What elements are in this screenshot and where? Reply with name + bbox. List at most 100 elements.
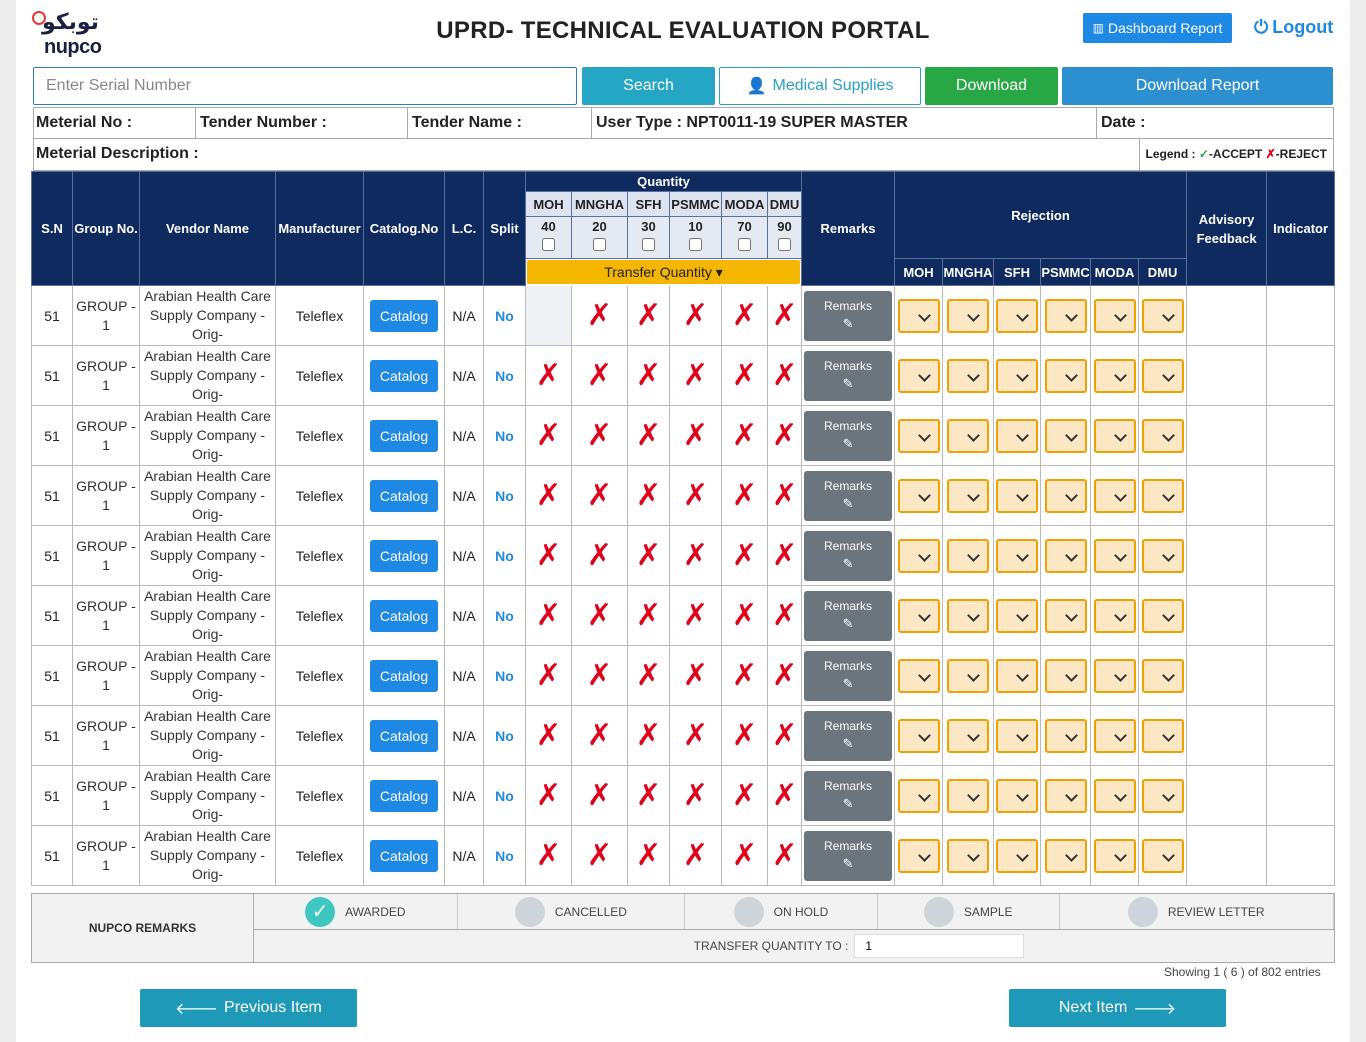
search-button[interactable]: Search (582, 67, 715, 105)
remarks-button[interactable]: Remarks ✎ (804, 710, 893, 761)
rejection-select-mngha[interactable] (947, 538, 990, 573)
rejection-select-dmu[interactable] (1141, 838, 1184, 873)
quantity-mark-cell[interactable]: ✗ (721, 285, 768, 346)
serial-number-input[interactable] (33, 67, 577, 105)
rejection-select-psmmc[interactable] (1044, 838, 1087, 873)
quantity-mark-cell[interactable]: ✗ (627, 405, 670, 466)
quantity-mark-cell[interactable]: ✗ (571, 405, 628, 466)
rejection-select-moh[interactable] (897, 298, 940, 333)
quantity-checkbox[interactable] (778, 238, 791, 251)
rejection-select-mngha[interactable] (947, 838, 990, 873)
quantity-mark-cell[interactable]: ✗ (721, 585, 768, 646)
rejection-select-moh[interactable] (897, 418, 940, 453)
rejection-select-moda[interactable] (1093, 478, 1136, 513)
rejection-select-mngha[interactable] (947, 658, 990, 693)
rejection-select-moda[interactable] (1093, 538, 1136, 573)
status-option-awarded[interactable]: ✓ AWARDED (254, 894, 458, 929)
quantity-mark-cell[interactable]: ✗ (571, 765, 628, 826)
rejection-select-sfh[interactable] (996, 718, 1039, 753)
quantity-mark-cell[interactable]: ✗ (766, 645, 803, 706)
previous-item-button[interactable]: 🡐 Previous Item (140, 989, 357, 1027)
rejection-select-moda[interactable] (1093, 718, 1136, 753)
rejection-select-dmu[interactable] (1141, 538, 1184, 573)
rejection-select-psmmc[interactable] (1044, 358, 1087, 393)
quantity-mark-cell[interactable]: ✗ (627, 465, 670, 526)
quantity-mark-cell[interactable] (525, 285, 572, 346)
status-option-cancelled[interactable]: CANCELLED (458, 894, 686, 929)
rejection-select-sfh[interactable] (996, 838, 1039, 873)
rejection-select-dmu[interactable] (1141, 778, 1184, 813)
quantity-mark-cell[interactable]: ✗ (766, 405, 803, 466)
rejection-select-mngha[interactable] (947, 358, 990, 393)
radio-icon[interactable] (1127, 896, 1158, 927)
rejection-select-moda[interactable] (1093, 298, 1136, 333)
catalog-button[interactable]: Catalog (369, 659, 439, 692)
rejection-select-moh[interactable] (897, 478, 940, 513)
remarks-button[interactable]: Remarks ✎ (804, 350, 893, 401)
catalog-button[interactable]: Catalog (369, 359, 439, 392)
catalog-button[interactable]: Catalog (369, 299, 439, 332)
medical-supplies-button[interactable]: 👤 Medical Supplies (719, 67, 921, 105)
quantity-mark-cell[interactable]: ✗ (721, 405, 768, 466)
rejection-select-moh[interactable] (897, 598, 940, 633)
quantity-mark-cell[interactable]: ✗ (627, 765, 670, 826)
rejection-select-sfh[interactable] (996, 358, 1039, 393)
rejection-select-mngha[interactable] (947, 598, 990, 633)
rejection-select-moh[interactable] (897, 358, 940, 393)
quantity-mark-cell[interactable]: ✗ (571, 585, 628, 646)
rejection-select-mngha[interactable] (947, 778, 990, 813)
rejection-select-sfh[interactable] (996, 598, 1039, 633)
rejection-select-moh[interactable] (897, 778, 940, 813)
rejection-select-psmmc[interactable] (1044, 598, 1087, 633)
rejection-select-psmmc[interactable] (1044, 538, 1087, 573)
catalog-button[interactable]: Catalog (369, 839, 439, 872)
rejection-select-psmmc[interactable] (1044, 418, 1087, 453)
rejection-select-mngha[interactable] (947, 298, 990, 333)
rejection-select-moda[interactable] (1093, 598, 1136, 633)
quantity-mark-cell[interactable]: ✗ (766, 825, 803, 886)
transfer-quantity-dropdown[interactable]: Transfer Quantity ▾ (527, 260, 801, 284)
rejection-select-moda[interactable] (1093, 778, 1136, 813)
rejection-select-moda[interactable] (1093, 418, 1136, 453)
quantity-mark-cell[interactable]: ✗ (721, 825, 768, 886)
quantity-mark-cell[interactable]: ✗ (766, 345, 803, 406)
quantity-mark-cell[interactable]: ✗ (525, 345, 572, 406)
quantity-mark-cell[interactable]: ✗ (669, 285, 722, 346)
rejection-select-moda[interactable] (1093, 358, 1136, 393)
transfer-quantity-to-input[interactable] (854, 934, 1025, 958)
rejection-select-moh[interactable] (897, 658, 940, 693)
quantity-mark-cell[interactable]: ✗ (525, 645, 572, 706)
rejection-select-dmu[interactable] (1141, 718, 1184, 753)
quantity-mark-cell[interactable]: ✗ (766, 525, 803, 586)
rejection-select-mngha[interactable] (947, 418, 990, 453)
rejection-select-moda[interactable] (1093, 838, 1136, 873)
rejection-select-psmmc[interactable] (1044, 298, 1087, 333)
radio-icon[interactable] (514, 896, 545, 927)
quantity-mark-cell[interactable]: ✗ (571, 525, 628, 586)
rejection-select-dmu[interactable] (1141, 358, 1184, 393)
rejection-select-dmu[interactable] (1141, 658, 1184, 693)
remarks-button[interactable]: Remarks ✎ (804, 770, 893, 821)
quantity-mark-cell[interactable]: ✗ (627, 585, 670, 646)
radio-icon[interactable] (923, 896, 954, 927)
rejection-select-psmmc[interactable] (1044, 658, 1087, 693)
status-option-sample[interactable]: SAMPLE (878, 894, 1060, 929)
quantity-mark-cell[interactable]: ✗ (669, 765, 722, 826)
rejection-select-sfh[interactable] (996, 538, 1039, 573)
quantity-mark-cell[interactable]: ✗ (669, 465, 722, 526)
quantity-mark-cell[interactable]: ✗ (669, 525, 722, 586)
rejection-select-dmu[interactable] (1141, 478, 1184, 513)
quantity-mark-cell[interactable]: ✗ (627, 285, 670, 346)
quantity-checkbox[interactable] (593, 238, 606, 251)
quantity-mark-cell[interactable]: ✗ (571, 285, 628, 346)
check-icon[interactable]: ✓ (305, 896, 336, 927)
quantity-mark-cell[interactable]: ✗ (721, 525, 768, 586)
rejection-select-dmu[interactable] (1141, 298, 1184, 333)
quantity-mark-cell[interactable]: ✗ (669, 645, 722, 706)
rejection-select-psmmc[interactable] (1044, 478, 1087, 513)
rejection-select-mngha[interactable] (947, 478, 990, 513)
quantity-mark-cell[interactable]: ✗ (627, 525, 670, 586)
quantity-mark-cell[interactable]: ✗ (766, 285, 803, 346)
quantity-mark-cell[interactable]: ✗ (766, 465, 803, 526)
quantity-mark-cell[interactable]: ✗ (766, 705, 803, 766)
